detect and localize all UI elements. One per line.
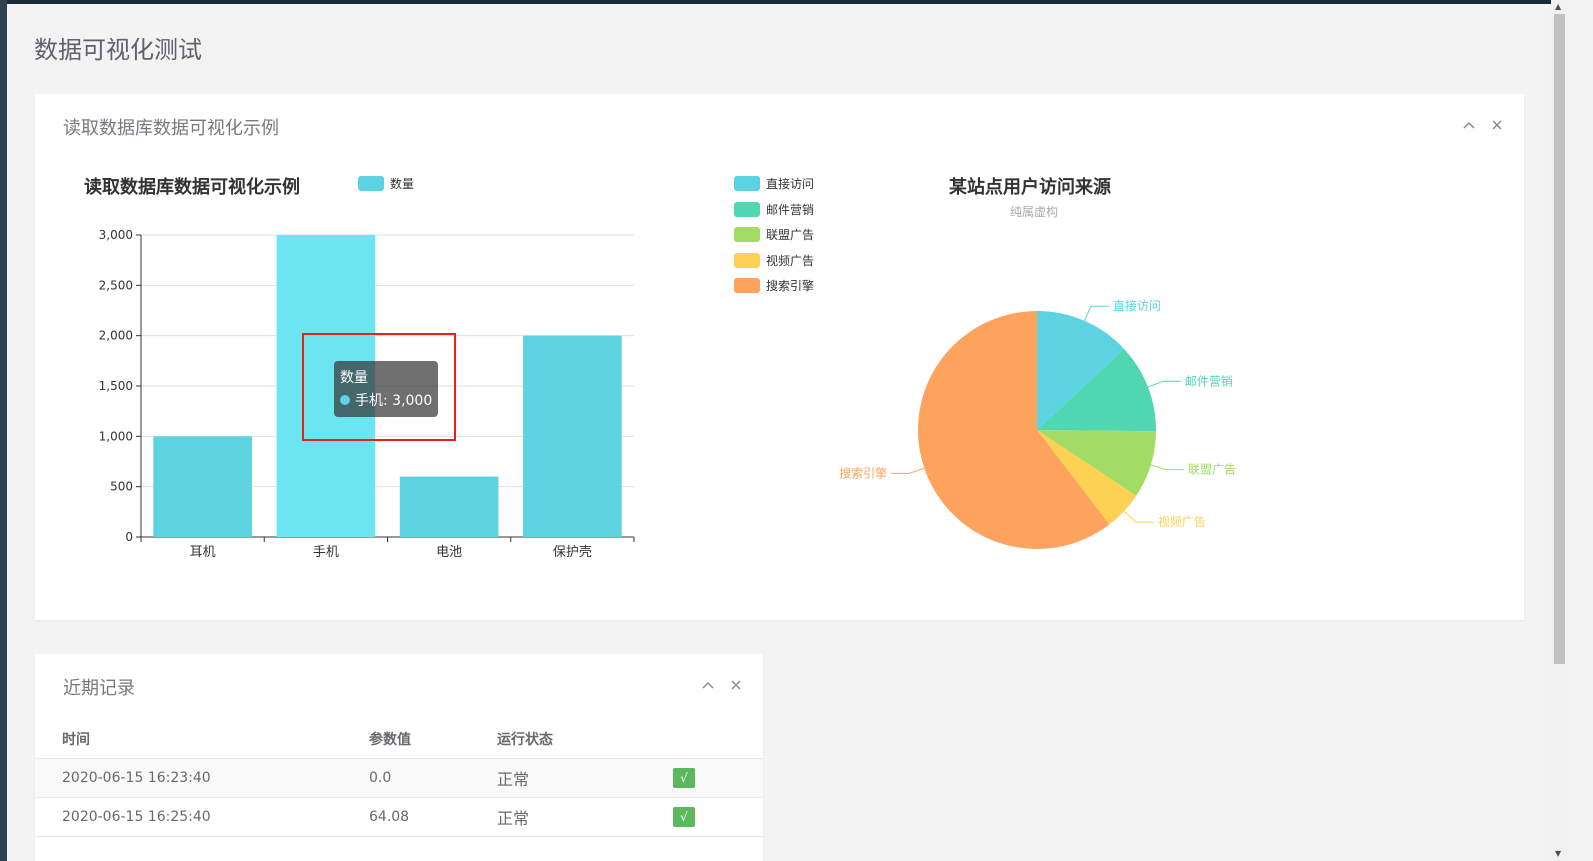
x-tick-label: 电池 (436, 545, 462, 560)
pie-label-line (1084, 305, 1109, 322)
records-table: 时间 参数值 运行状态 2020-06-15 16:23:40 0.0 正常 √… (35, 720, 763, 837)
panel-tools (1462, 118, 1504, 132)
cell-time: 2020-06-15 16:23:40 (35, 758, 369, 798)
legend-swatch (734, 252, 760, 268)
pie-chart-title: 某站点用户访问来源 (949, 177, 1111, 198)
bar-电池 (399, 476, 499, 537)
close-icon[interactable] (729, 678, 743, 692)
pie-legend-item[interactable]: 邮件营销 (734, 201, 814, 218)
table-row: 2020-06-15 16:23:40 0.0 正常 √ (35, 758, 763, 798)
x-tick-label: 保护壳 (553, 545, 592, 560)
records-panel: 近期记录 时间 参数值 运行状态 2020-06-15 16:23:40 0.0… (35, 654, 763, 861)
y-tick-label: 3,000 (99, 228, 133, 242)
pie-chart-subtitle: 纯属虚构 (1010, 205, 1059, 219)
legend-label: 邮件营销 (766, 202, 815, 217)
bar-chart: 0 500 1,000 1,500 2,000 2,500 3,000 耳机 手机 电池 保护壳 (99, 228, 635, 560)
pie-slice-label: 联盟广告 (1188, 463, 1236, 477)
pie-label-line (1150, 464, 1185, 471)
column-header-status: 运行状态 (497, 720, 673, 759)
scroll-thumb[interactable] (1554, 14, 1565, 664)
bar-耳机 (153, 436, 252, 537)
table-row: 2020-06-15 16:25:40 64.08 正常 √ (35, 797, 763, 837)
pie-slice-label: 直接访问 (1113, 298, 1161, 313)
legend-swatch (734, 278, 760, 293)
x-tick-label: 手机 (313, 545, 339, 560)
highlight-box (302, 333, 456, 441)
column-header-time: 时间 (35, 720, 369, 759)
pie-legend-item[interactable]: 联盟广告 (734, 226, 814, 243)
x-tick-label: 耳机 (190, 545, 216, 560)
column-header-badge (673, 720, 763, 759)
chevron-up-icon[interactable] (701, 678, 715, 692)
chevron-up-icon[interactable] (1462, 118, 1476, 132)
y-tick-label: 500 (110, 480, 133, 494)
status-badge: √ (673, 768, 695, 788)
table-header-row: 时间 参数值 运行状态 (35, 720, 763, 759)
scroll-down-icon[interactable]: ▼ (1555, 849, 1561, 858)
y-tick-label: 1,500 (99, 379, 133, 393)
status-badge: √ (673, 807, 695, 827)
y-tick-label: 2,500 (99, 278, 133, 292)
panel-tools (701, 678, 743, 692)
y-tick-label: 0 (125, 530, 133, 544)
legend-label: 联盟广告 (766, 228, 815, 242)
cell-time: 2020-06-15 16:25:40 (35, 797, 369, 837)
cell-value: 0.0 (369, 758, 497, 798)
cell-status: 正常 (497, 797, 673, 837)
legend-swatch (734, 227, 760, 242)
y-tick-label: 2,000 (99, 329, 133, 343)
column-header-value: 参数值 (369, 720, 497, 759)
cell-value: 64.08 (369, 797, 497, 837)
pie-label-line (1123, 510, 1154, 523)
legend-swatch (734, 176, 760, 191)
pie-slice-label: 视频广告 (1158, 514, 1206, 529)
pie-chart: 直接访问邮件营销联盟广告视频广告 搜索引擎 (839, 298, 1236, 549)
pie-label-line (891, 467, 925, 474)
y-tick-label: 1,000 (99, 429, 133, 443)
pie-slice-label: 搜索引擎 (839, 465, 887, 480)
pie-slice-label: 邮件营销 (1185, 374, 1233, 388)
close-icon[interactable] (1490, 118, 1504, 132)
pie-legend-item[interactable]: 直接访问 (734, 175, 814, 192)
pie-label-line (1147, 380, 1181, 388)
scrollbar[interactable]: ▲ ▼ (1551, 0, 1568, 861)
scroll-up-icon[interactable]: ▲ (1555, 2, 1561, 11)
legend-label: 直接访问 (766, 177, 815, 191)
panel-title: 近期记录 (63, 678, 135, 699)
bar-保护壳 (523, 335, 622, 537)
legend-swatch (734, 201, 760, 217)
cell-status: 正常 (497, 758, 673, 798)
